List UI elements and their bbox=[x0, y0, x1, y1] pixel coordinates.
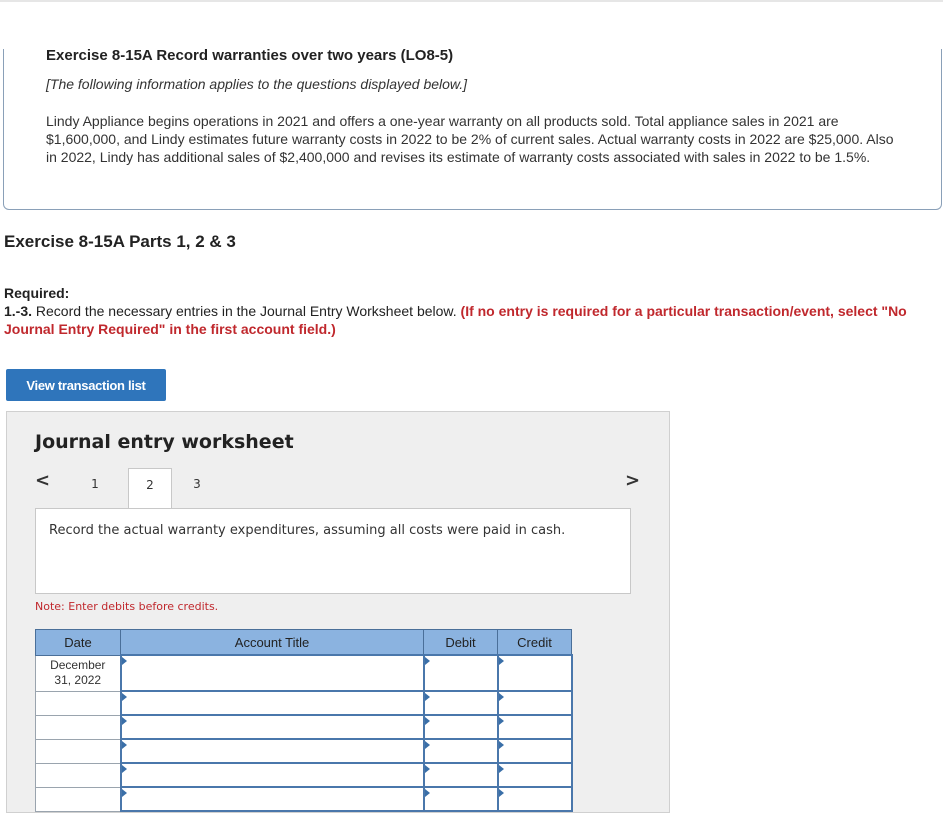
top-divider bbox=[0, 0, 943, 2]
account-title-input[interactable] bbox=[119, 714, 425, 740]
dropdown-arrow-icon bbox=[424, 657, 430, 665]
credit-input[interactable] bbox=[496, 690, 573, 716]
dropdown-arrow-icon bbox=[424, 741, 430, 749]
credit-input[interactable] bbox=[496, 738, 573, 764]
table-row: December 31, 2022 bbox=[35, 654, 573, 692]
credit-input[interactable] bbox=[496, 786, 573, 812]
table-row bbox=[35, 690, 573, 716]
debit-input[interactable] bbox=[422, 654, 499, 692]
view-transaction-list-button[interactable]: View transaction list bbox=[6, 369, 166, 401]
date-cell[interactable] bbox=[35, 690, 121, 716]
table-row bbox=[35, 714, 573, 740]
dropdown-arrow-icon bbox=[424, 789, 430, 797]
required-text: 1.-3. Record the necessary entries in th… bbox=[4, 302, 934, 338]
worksheet-instruction: Record the actual warranty expenditures,… bbox=[49, 523, 566, 538]
date-line-2: 31, 2022 bbox=[54, 672, 102, 687]
dropdown-arrow-icon bbox=[121, 765, 127, 773]
dropdown-arrow-icon bbox=[424, 693, 430, 701]
dropdown-arrow-icon bbox=[498, 717, 504, 725]
debit-credit-note: Note: Enter debits before credits. bbox=[35, 600, 219, 613]
page-tab-1[interactable]: 1 bbox=[74, 468, 116, 510]
page-tab-3[interactable]: 3 bbox=[176, 468, 218, 510]
date-cell[interactable] bbox=[35, 786, 121, 812]
credit-input[interactable] bbox=[496, 654, 573, 692]
table-row bbox=[35, 762, 573, 788]
dropdown-arrow-icon bbox=[121, 693, 127, 701]
date-cell[interactable]: December 31, 2022 bbox=[35, 654, 121, 692]
account-title-input[interactable] bbox=[119, 762, 425, 788]
dropdown-arrow-icon bbox=[121, 789, 127, 797]
dropdown-arrow-icon bbox=[498, 789, 504, 797]
dropdown-arrow-icon bbox=[498, 741, 504, 749]
debit-input[interactable] bbox=[422, 714, 499, 740]
column-header-date: Date bbox=[35, 629, 121, 656]
chevron-right-icon[interactable]: > bbox=[625, 470, 640, 491]
exercise-description: Lindy Appliance begins operations in 202… bbox=[46, 113, 894, 165]
debit-input[interactable] bbox=[422, 762, 499, 788]
date-cell[interactable] bbox=[35, 762, 121, 788]
dropdown-arrow-icon bbox=[424, 765, 430, 773]
table-row bbox=[35, 786, 573, 812]
chevron-left-icon[interactable]: < bbox=[35, 470, 50, 491]
column-header-credit: Credit bbox=[497, 629, 572, 656]
dropdown-arrow-icon bbox=[121, 657, 127, 665]
journal-table: Date Account Title Debit Credit December… bbox=[35, 629, 573, 812]
worksheet-title: Journal entry worksheet bbox=[35, 431, 294, 453]
date-cell[interactable] bbox=[35, 714, 121, 740]
debit-input[interactable] bbox=[422, 738, 499, 764]
date-line-1: December bbox=[50, 657, 106, 672]
parts-title: Exercise 8-15A Parts 1, 2 & 3 bbox=[4, 232, 236, 251]
account-title-input[interactable] bbox=[119, 786, 425, 812]
credit-input[interactable] bbox=[496, 762, 573, 788]
date-cell[interactable] bbox=[35, 738, 121, 764]
column-header-debit: Debit bbox=[423, 629, 498, 656]
page-tab-2[interactable]: 2 bbox=[128, 468, 172, 510]
exercise-title: Exercise 8-15A Record warranties over tw… bbox=[46, 47, 454, 64]
exercise-subtitle: [The following information applies to th… bbox=[46, 76, 468, 92]
account-title-input[interactable] bbox=[119, 654, 425, 692]
account-title-input[interactable] bbox=[119, 690, 425, 716]
required-instruction: Record the necessary entries in the Jour… bbox=[35, 303, 457, 319]
dropdown-arrow-icon bbox=[498, 657, 504, 665]
dropdown-arrow-icon bbox=[424, 717, 430, 725]
required-number: 1.-3. bbox=[4, 303, 33, 319]
dropdown-arrow-icon bbox=[498, 693, 504, 701]
dropdown-arrow-icon bbox=[121, 717, 127, 725]
dropdown-arrow-icon bbox=[498, 765, 504, 773]
dropdown-arrow-icon bbox=[121, 741, 127, 749]
table-row bbox=[35, 738, 573, 764]
column-header-account-title: Account Title bbox=[120, 629, 424, 656]
required-label: Required: bbox=[4, 285, 70, 301]
instruction-box bbox=[35, 508, 631, 594]
debit-input[interactable] bbox=[422, 690, 499, 716]
debit-input[interactable] bbox=[422, 786, 499, 812]
credit-input[interactable] bbox=[496, 714, 573, 740]
account-title-input[interactable] bbox=[119, 738, 425, 764]
